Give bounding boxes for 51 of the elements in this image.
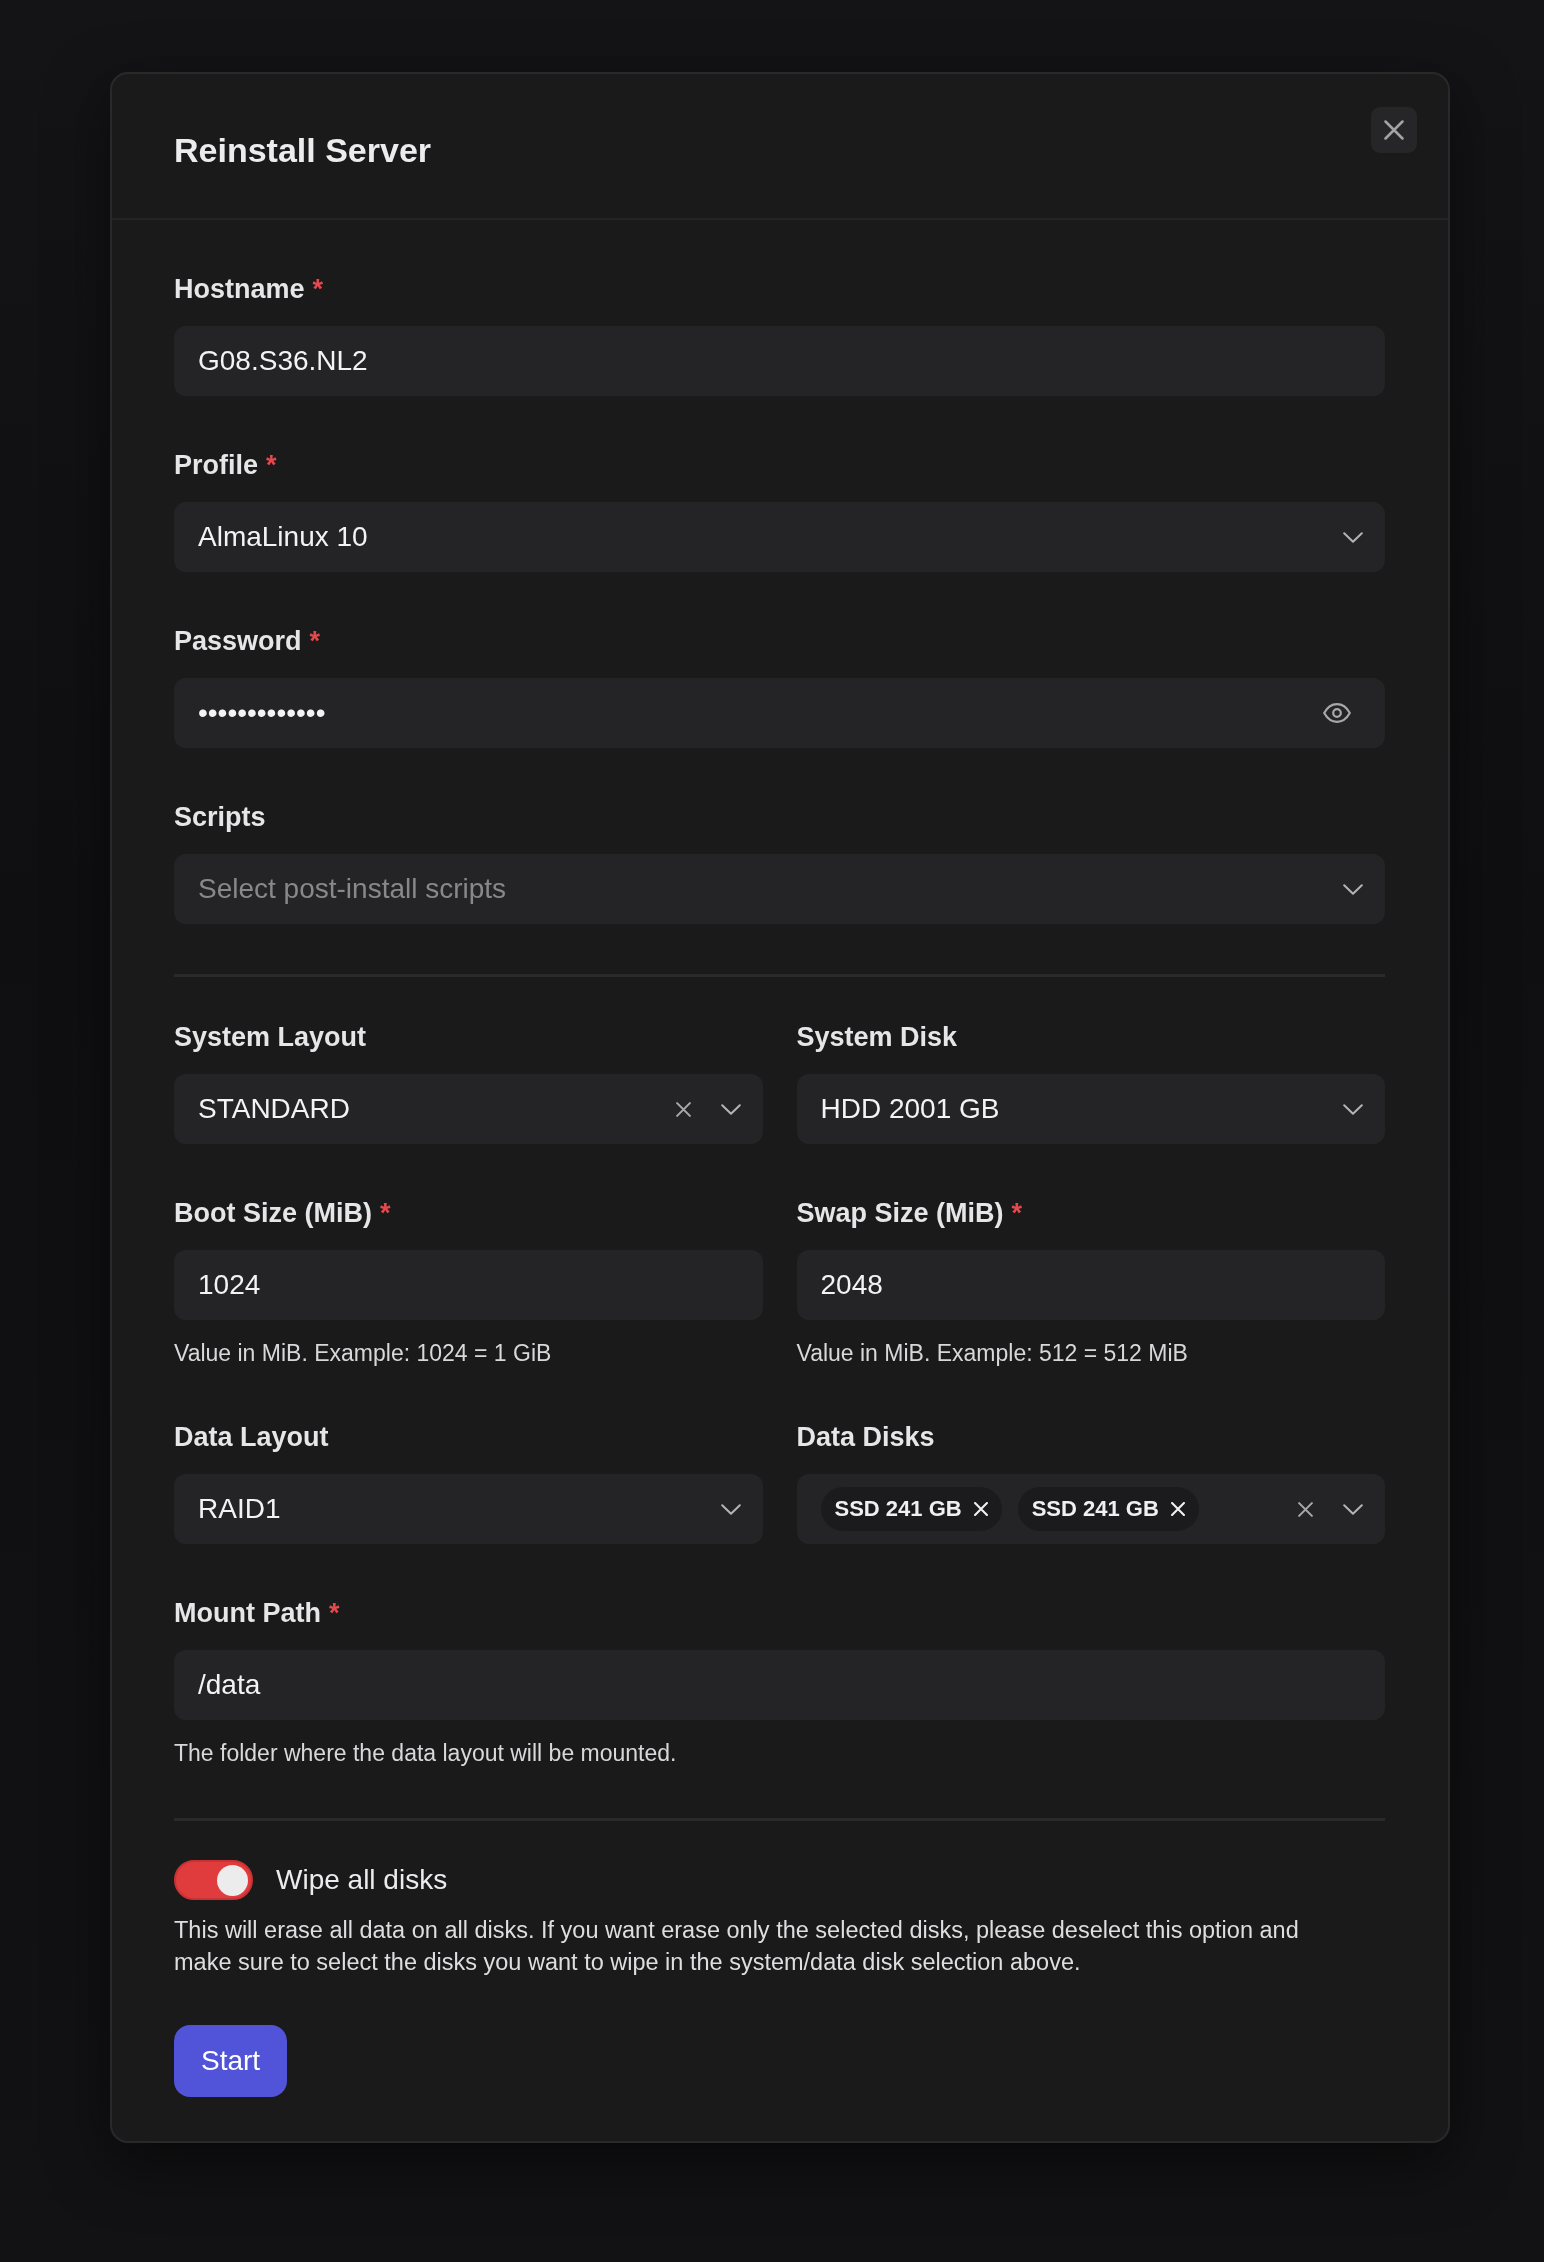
chevron-down-icon [720,1503,741,1515]
text-input[interactable]: 1024 [174,1250,763,1320]
chevron-down-icon [1343,531,1363,543]
select-field[interactable]: HDD 2001 GB [796,1074,1385,1144]
chevron-down-icon [1343,1103,1363,1115]
required-mark: * [380,1197,391,1229]
field-label: Data Disks [796,1421,935,1453]
clear-icon[interactable] [675,1101,691,1117]
password-input[interactable]: ••••••••••••• [174,678,1385,748]
toggle-switch[interactable] [174,1860,253,1900]
required-mark: * [266,449,277,481]
field-label: Data Layout [174,1421,329,1453]
select-field[interactable]: AlmaLinux 10 [174,502,1385,572]
eye-icon[interactable] [1323,703,1351,723]
disk-chip[interactable]: SSD 241 GB [1017,1487,1199,1531]
start-button[interactable]: Start [174,2025,288,2097]
help-text: The folder where the data layout will be mounted. [174,1739,678,1768]
required-mark: * [329,1597,340,1629]
chevron-down-icon [1343,883,1363,895]
field-label: Scripts [174,801,266,833]
text-input[interactable]: /data [174,1650,1385,1720]
field-label: Swap Size (MiB) [796,1197,1004,1229]
field-label: Mount Path [174,1597,321,1629]
wipe-description: This will erase all data on all disks. If you want erase only the selected disks, please deselect this option and make sure to select the disks you want to wipe in the system/data disk selection above. [174,1916,1300,1977]
required-mark: * [1011,1197,1023,1229]
close-button[interactable] [1371,107,1417,153]
required-mark: * [312,273,324,305]
text-input[interactable]: G08.S36.NL2 [174,326,1385,396]
field-label: Boot Size (MiB) [174,1197,372,1229]
field-label: Hostname [174,273,305,305]
select-field[interactable]: STANDARD [174,1074,763,1144]
field-label: Password [174,625,302,657]
clear-icon[interactable] [1298,1501,1313,1517]
select-field[interactable]: RAID1 [174,1474,763,1544]
disk-chip[interactable]: SSD 241 GB [820,1487,1002,1531]
field-label: System Disk [796,1021,958,1053]
text-input[interactable]: 2048 [796,1250,1385,1320]
close-icon [1384,120,1404,140]
toggle-label: Wipe all disks [276,1863,448,1897]
chevron-down-icon [720,1103,741,1115]
help-text: Value in MiB. Example: 1024 = 1 GiB [174,1339,553,1368]
required-mark: * [309,625,321,657]
multi-select-field[interactable]: SSD 241 GB SSD 241 GB [796,1474,1385,1544]
remove-icon[interactable] [1170,1502,1185,1516]
dialog-title: Reinstall Server [174,130,432,170]
chevron-down-icon [1343,1503,1363,1515]
field-label: System Layout [174,1021,367,1053]
field-label: Profile [174,449,259,481]
help-text: Value in MiB. Example: 512 = 512 MiB [796,1339,1189,1368]
select-field[interactable]: Select post-install scripts [174,854,1385,924]
remove-icon[interactable] [973,1502,988,1516]
